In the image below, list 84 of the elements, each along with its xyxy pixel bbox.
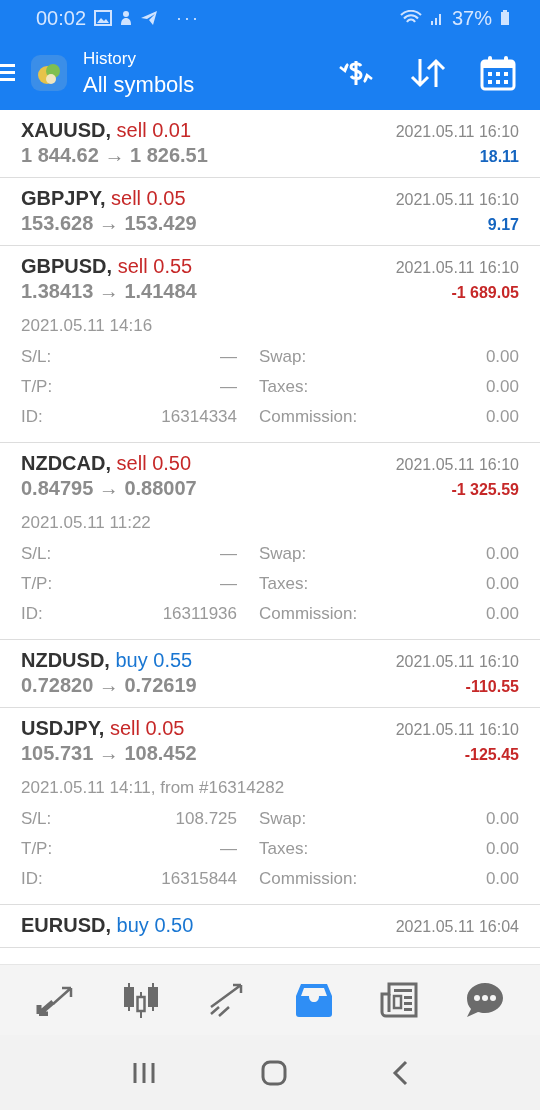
calendar-icon[interactable]	[480, 55, 516, 91]
deal-title[interactable]: GBPJPY, sell 0.05	[21, 187, 186, 210]
detail-label: ID:	[21, 869, 44, 889]
detail-value: 0.00	[485, 869, 519, 889]
detail-label: Taxes:	[259, 574, 310, 594]
symbol-filter[interactable]: All symbols	[83, 71, 195, 98]
detail-label: Commission:	[259, 869, 359, 889]
price-change: 1 844.62 → 1 826.51	[21, 144, 208, 167]
send-icon	[140, 10, 159, 26]
app-logo-icon	[29, 53, 69, 93]
home-icon[interactable]	[261, 1059, 287, 1086]
close-time: 2021.05.11 16:10	[395, 721, 519, 739]
detail-label: T/P:	[21, 839, 54, 859]
detail-label: T/P:	[21, 377, 54, 397]
deal-title[interactable]: XAUUSD, sell 0.01	[21, 119, 192, 142]
open-time: 2021.05.11 11:22	[21, 513, 152, 533]
diagonal-arrows-icon	[35, 984, 74, 1016]
detail-value: 0.00	[485, 604, 519, 624]
price-change: 1.38413 → 1.41484	[21, 280, 197, 303]
deal-title[interactable]: NZDUSD, buy 0.55	[21, 649, 193, 672]
detail-label: T/P:	[21, 574, 54, 594]
profit: 9.17	[487, 216, 519, 234]
profit: -1 325.59	[451, 481, 519, 499]
detail-label: Swap:	[259, 544, 308, 564]
detail-value: 0.00	[485, 544, 519, 564]
detail-value: 108.725	[174, 809, 238, 829]
detail-value: 0.00	[485, 839, 519, 859]
screen-title: History	[83, 48, 137, 69]
deal-title[interactable]: NZDCAD, sell 0.50	[21, 452, 192, 475]
detail-value: 16314334	[160, 407, 238, 427]
inbox-icon	[294, 983, 333, 1017]
newspaper-icon	[380, 982, 419, 1018]
detail-value: 0.00	[485, 377, 519, 397]
detail-label: Swap:	[259, 347, 308, 367]
menu-icon[interactable]	[0, 62, 15, 84]
detail-value: —	[219, 839, 238, 859]
detail-value: —	[219, 377, 238, 397]
figure-icon	[120, 10, 133, 26]
profit: -110.55	[465, 678, 519, 696]
close-time: 2021.05.11 16:10	[395, 123, 519, 141]
price-change: 0.72820 → 0.72619	[21, 674, 197, 697]
more-notifications: ···	[176, 7, 201, 29]
close-time: 2021.05.11 16:04	[395, 918, 519, 936]
detail-label: S/L:	[21, 809, 53, 829]
price-change: 153.628 → 153.429	[21, 212, 197, 235]
detail-label: Taxes:	[259, 839, 310, 859]
detail-label: Commission:	[259, 604, 359, 624]
detail-value: 0.00	[485, 347, 519, 367]
detail-label: Taxes:	[259, 377, 310, 397]
detail-label: S/L:	[21, 544, 53, 564]
detail-value: 16315844	[160, 869, 238, 889]
deal-title[interactable]: EURUSD, buy 0.50	[21, 914, 194, 937]
open-time: 2021.05.11 14:11, from #16314282	[21, 778, 286, 798]
status-time: 00:02	[36, 6, 87, 30]
close-time: 2021.05.11 16:10	[395, 191, 519, 209]
detail-value: 0.00	[485, 809, 519, 829]
close-time: 2021.05.11 16:10	[395, 259, 519, 277]
recent-apps-icon[interactable]	[132, 1060, 157, 1085]
detail-label: Commission:	[259, 407, 359, 427]
detail-value: —	[219, 347, 238, 367]
open-time: 2021.05.11 14:16	[21, 316, 154, 336]
deal-title[interactable]: USDJPY, sell 0.05	[21, 717, 185, 740]
detail-label: ID:	[21, 407, 44, 427]
profit: -1 689.05	[451, 284, 519, 302]
price-change: 0.84795 → 0.88007	[21, 477, 197, 500]
detail-value: 0.00	[485, 407, 519, 427]
deal-title[interactable]: GBPUSD, sell 0.55	[21, 255, 193, 278]
detail-label: ID:	[21, 604, 44, 624]
detail-label: S/L:	[21, 347, 53, 367]
image-icon	[94, 10, 113, 26]
profit: 18.11	[479, 148, 519, 166]
detail-value: 0.00	[485, 574, 519, 594]
detail-label: Swap:	[259, 809, 308, 829]
profit: -125.45	[464, 746, 519, 764]
back-icon[interactable]	[391, 1059, 408, 1086]
battery-level: 37%	[451, 6, 492, 30]
price-change: 105.731 → 108.452	[21, 742, 197, 765]
detail-value: —	[219, 544, 238, 564]
close-time: 2021.05.11 16:10	[395, 653, 519, 671]
detail-value: 16311936	[161, 604, 238, 624]
chat-bubble-icon	[466, 982, 505, 1018]
close-time: 2021.05.11 16:10	[395, 456, 519, 474]
battery-icon	[500, 10, 510, 26]
detail-value: —	[219, 574, 238, 594]
